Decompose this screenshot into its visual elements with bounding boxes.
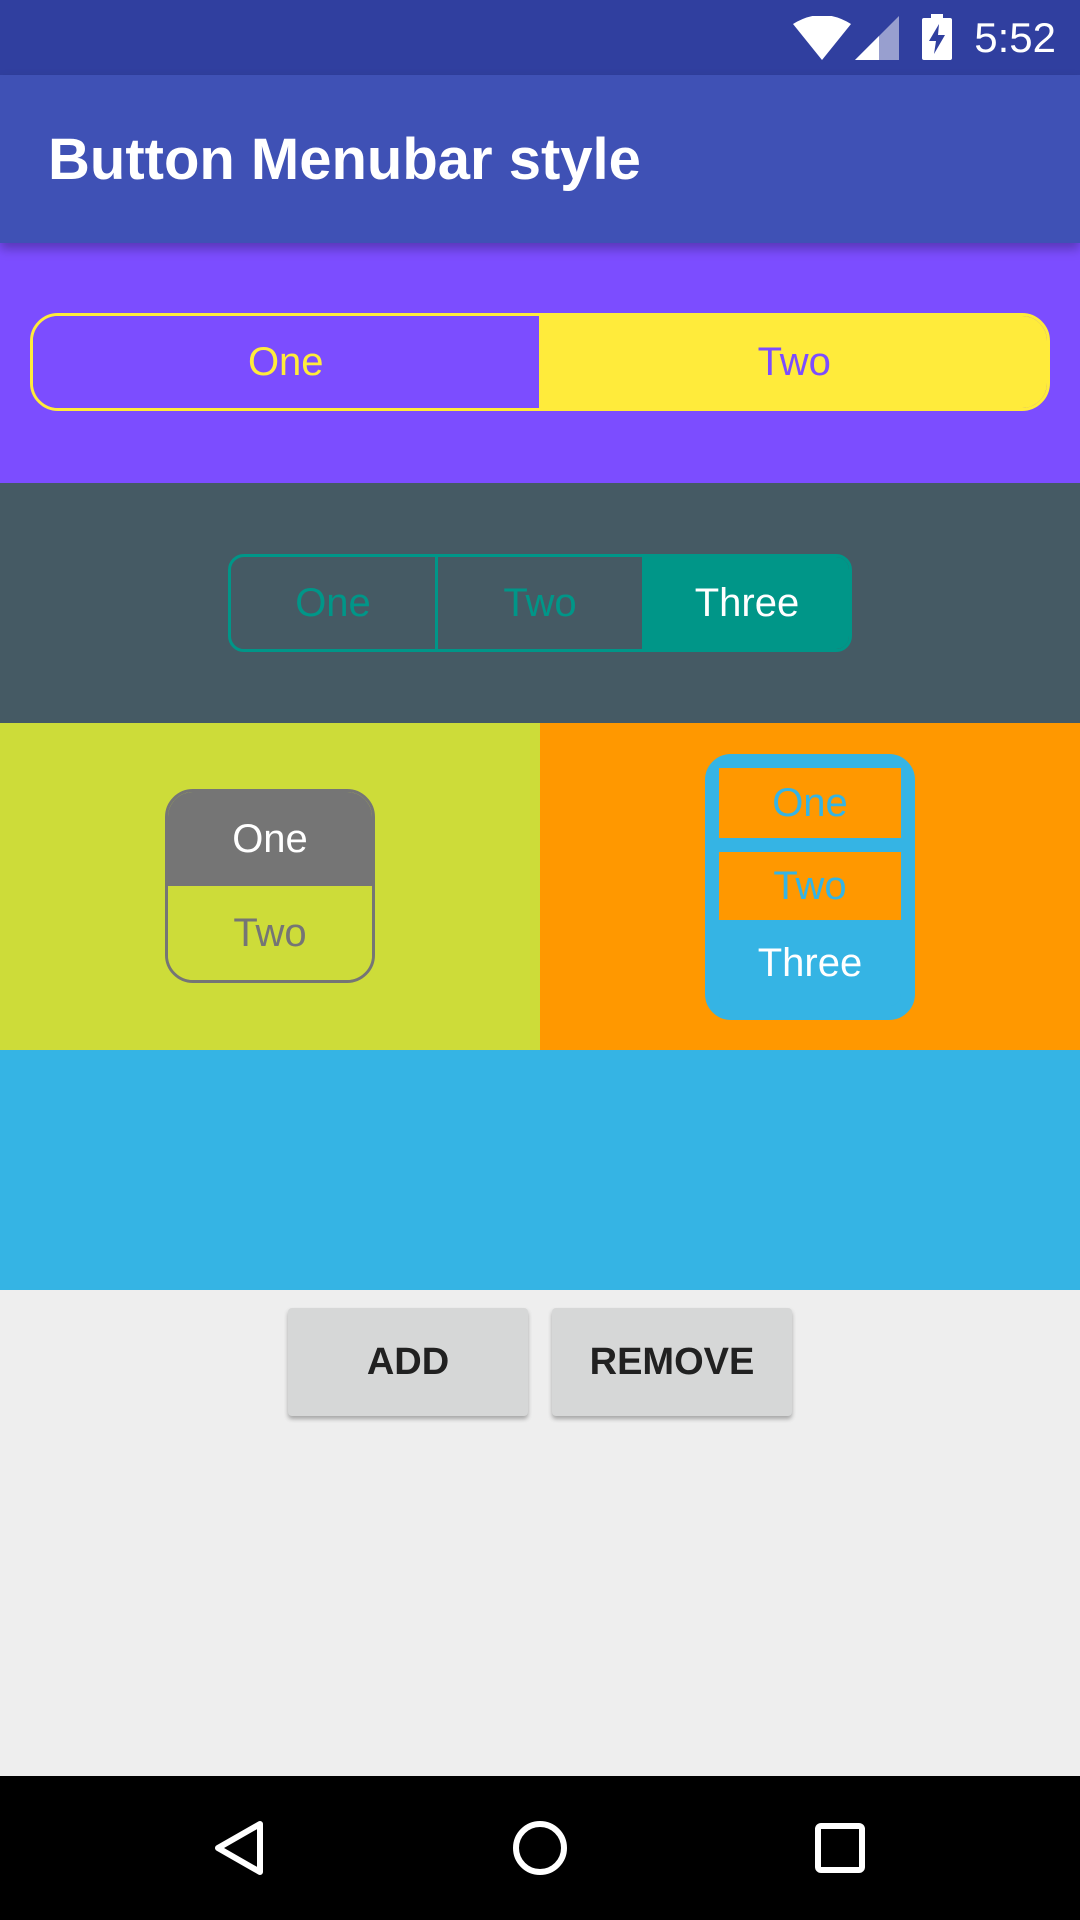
menubar-section-purple: One Two: [0, 243, 1080, 483]
app-bar: Button Menubar style: [0, 75, 1080, 243]
menubar-section-orange: One Two Three: [540, 723, 1080, 1050]
menubar-button-one[interactable]: One: [168, 792, 372, 886]
menubar-button-two[interactable]: Two: [168, 886, 372, 980]
menubar-section-lime: One Two: [0, 723, 540, 1050]
menubar-button-two[interactable]: Two: [719, 852, 901, 920]
status-time: 5:52: [974, 14, 1056, 61]
page-title: Button Menubar style: [48, 127, 641, 192]
menubar-button-two[interactable]: Two: [438, 557, 645, 649]
menubar-button-one[interactable]: One: [231, 557, 438, 649]
menubar-button-two[interactable]: Two: [541, 316, 1047, 408]
menubar-button-three[interactable]: Three: [719, 920, 901, 1006]
empty-menubar-panel: [0, 1050, 1080, 1290]
vertical-menubar-three: One Two Three: [705, 754, 915, 1020]
remove-button[interactable]: REMOVE: [552, 1308, 792, 1416]
menubar-section-slate: One Two Three: [0, 483, 1080, 723]
menubar-button-one[interactable]: One: [33, 316, 542, 408]
signal-icon: [855, 16, 899, 60]
battery-charging-icon: [922, 14, 952, 60]
recents-icon[interactable]: [808, 1816, 872, 1880]
menubar-button-three[interactable]: Three: [645, 557, 849, 649]
add-button[interactable]: ADD: [288, 1308, 528, 1416]
menubar-button-one[interactable]: One: [719, 768, 901, 838]
wifi-icon: [793, 16, 851, 60]
vertical-menubar-two: One Two: [165, 789, 375, 983]
home-icon[interactable]: [508, 1816, 572, 1880]
horizontal-menubar-two: One Two: [30, 313, 1050, 411]
status-bar: 5:52: [0, 0, 1080, 75]
horizontal-menubar-three: One Two Three: [228, 554, 852, 652]
navigation-bar: [0, 1776, 1080, 1920]
back-icon[interactable]: [208, 1816, 272, 1880]
